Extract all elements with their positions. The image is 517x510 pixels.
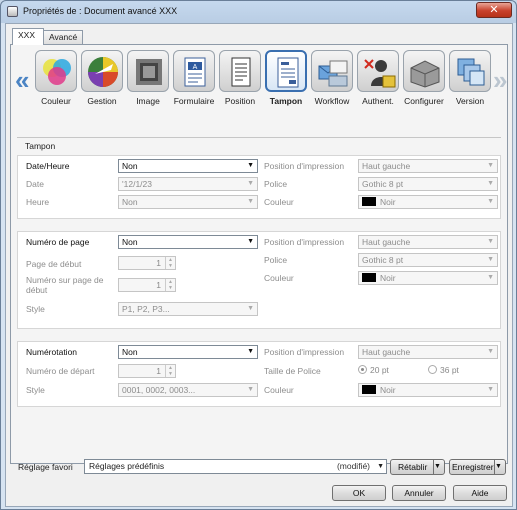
workflow-icon [318,60,348,87]
tool-label: Version [455,96,485,106]
function-toolbar: « Couleur Gestion Image A Formulaire Pos… [11,45,507,129]
page-number-label: Numéro de page [26,237,90,247]
group-title: Tampon [25,141,56,151]
print-position-label: Position d'impression [264,347,345,357]
printer-configure-icon [410,60,440,88]
save-button[interactable]: Enregistrer ▼ [449,459,506,475]
print-position-select[interactable]: Haut gauche ▼ [358,345,498,359]
numbering-style-select[interactable]: 0001, 0002, 0003... ▼ [118,383,258,397]
date-time-label: Date/Heure [26,161,70,171]
tool-image[interactable]: Image [125,50,171,122]
color-label: Couleur [264,273,294,283]
printer-app-icon [7,6,18,17]
scroll-right-icon[interactable]: » [493,67,507,93]
color-wheel-icon [88,57,118,87]
print-position-select[interactable]: Haut gauche ▼ [358,235,498,249]
numbering-label: Numérotation [26,347,78,357]
image-frame-icon [136,59,162,85]
page-number-section: Numéro de page Non ▼ Page de début 1 ▲ ▼ Nu… [17,231,501,329]
tool-tampon[interactable]: Tampon [263,50,309,122]
dialog-client: XXX Avancé « Couleur Gestion Image A For… [5,23,513,507]
help-button[interactable]: Aide [453,485,507,501]
title-bar: Propriétés de : Document avancé XXX ✕ [1,1,516,23]
favorite-setting-select[interactable]: Réglages prédéfinis (modifié) ▼ [84,459,387,474]
color-select[interactable]: Noir ▼ [358,271,498,285]
tool-configurer[interactable]: Configurer [401,50,447,122]
numbering-section: Numérotation Non ▼ Numéro de départ 1 ▲ ▼ S… [17,341,501,407]
tab-avance[interactable]: Avancé [43,30,83,44]
tool-gestion[interactable]: Gestion [79,50,125,122]
black-swatch [362,273,376,282]
modified-indicator: (modifié) [336,461,370,471]
svg-text:A: A [193,64,198,71]
tool-version[interactable]: Version [447,50,493,122]
tab-xxx[interactable]: XXX [12,28,44,45]
font-label: Police [264,255,288,265]
color-label: Couleur [264,197,294,207]
form-icon: A [184,57,206,87]
tool-authent[interactable]: Authent. [355,50,401,122]
black-swatch [362,197,376,206]
page-style-label: Style [26,304,45,314]
print-position-select[interactable]: Haut gauche ▼ [358,159,498,173]
heure-label: Heure [26,197,50,207]
print-position-label: Position d'impression [264,161,345,171]
date-label: Date [26,179,44,189]
font-label: Police [264,179,288,189]
tool-workflow[interactable]: Workflow [309,50,355,122]
numbering-select[interactable]: Non ▼ [118,345,258,359]
color-select[interactable]: Noir ▼ [358,195,498,209]
font-select[interactable]: Gothic 8 pt ▼ [358,177,498,191]
heure-select[interactable]: Non ▼ [118,195,258,209]
window-title: Propriétés de : Document avancé XXX [23,6,178,16]
properties-window: Propriétés de : Document avancé XXX ✕ XX… [0,0,517,510]
page-position-icon [231,57,251,87]
start-page-number-label: Numéro sur page de début [26,275,104,295]
ok-button[interactable]: OK [332,485,386,501]
color-circles-icon [43,59,71,85]
black-swatch [362,385,376,394]
cancel-button[interactable]: Annuler [392,485,446,501]
authentication-icon [364,59,396,88]
start-number-label: Numéro de départ [26,366,95,376]
chevron-down-icon[interactable]: ▼ [494,460,505,474]
date-select[interactable]: '12/1/23 ▼ [118,177,258,191]
restore-button[interactable]: Rétablir ▼ [390,459,445,475]
close-button[interactable]: ✕ [476,2,512,18]
tool-couleur[interactable]: Couleur [33,50,79,122]
tool-position[interactable]: Position [217,50,263,122]
font-size-20-radio[interactable]: 20 pt [358,365,389,375]
page-number-select[interactable]: Non ▼ [118,235,258,249]
start-page-stepper[interactable]: 1 ▲ ▼ [118,256,176,270]
stamp-page-icon [277,57,299,88]
favorite-setting-label: Réglage favori [18,462,73,472]
chevron-down-icon: ▼ [377,463,384,470]
date-time-select[interactable]: Non ▼ [118,159,258,173]
start-page-label: Page de début [26,259,82,269]
group-separator [17,137,501,138]
date-time-section: Date/Heure Non ▼ Date '12/1/23 ▼ Heure Non… [17,155,501,219]
font-size-36-radio[interactable]: 36 pt [428,365,459,375]
start-number-stepper[interactable]: 1 ▲ ▼ [118,364,176,378]
numbering-style-label: Style [26,385,45,395]
color-select[interactable]: Noir ▼ [358,383,498,397]
version-icon [457,58,485,86]
print-position-label: Position d'impression [264,237,345,247]
page-style-select[interactable]: P1, P2, P3... ▼ [118,302,258,316]
font-size-label: Taille de Police [264,366,321,376]
tool-formulaire[interactable]: A Formulaire [171,50,217,122]
start-page-number-stepper[interactable]: 1 ▲ ▼ [118,278,176,292]
font-select[interactable]: Gothic 8 pt ▼ [358,253,498,267]
color-label: Couleur [264,385,294,395]
scroll-left-icon[interactable]: « [15,67,29,93]
tab-panel: « Couleur Gestion Image A Formulaire Pos… [10,44,508,464]
chevron-down-icon[interactable]: ▼ [433,460,444,474]
